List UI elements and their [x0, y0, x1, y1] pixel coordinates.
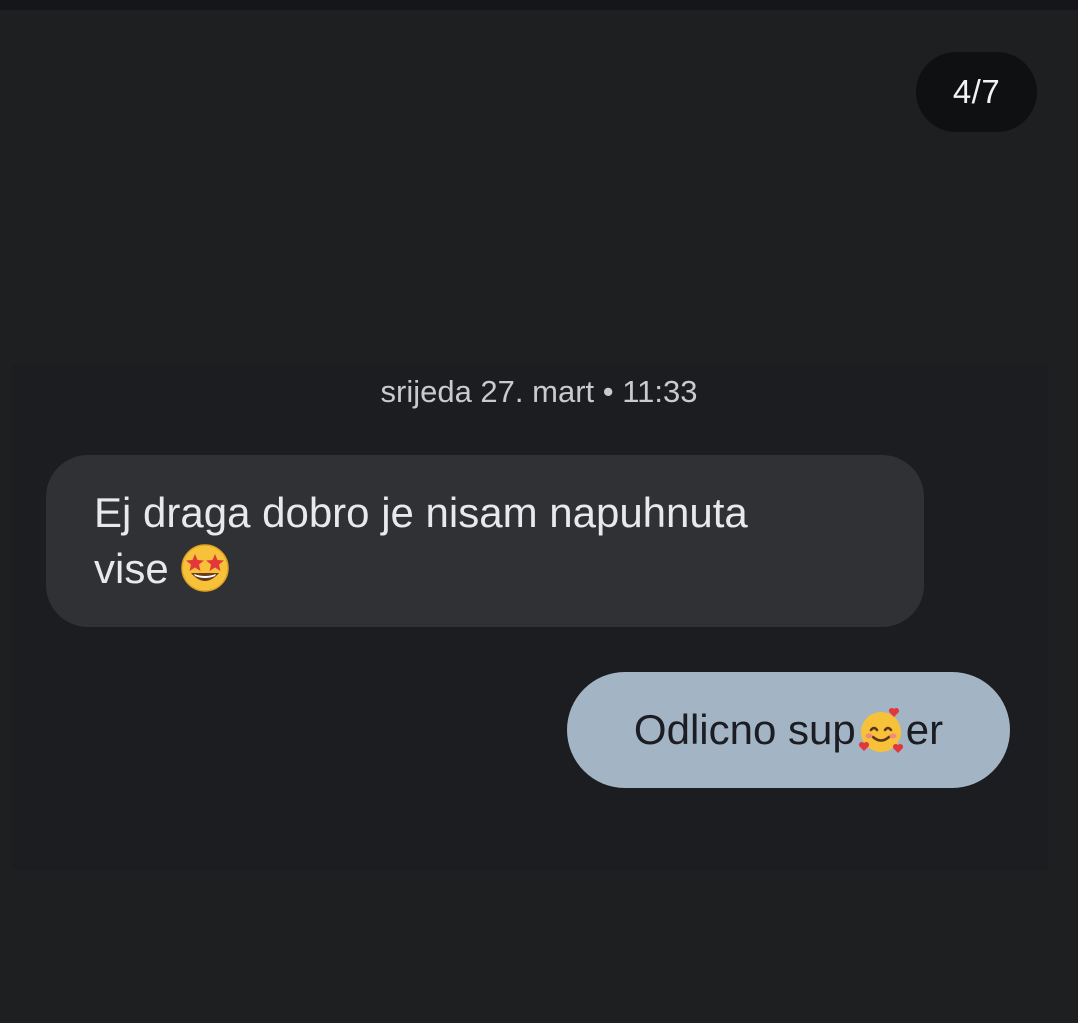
star-struck-emoji-icon: [180, 543, 230, 593]
top-edge: [0, 0, 1078, 10]
page-counter-badge: 4/7: [916, 52, 1037, 132]
message-timestamp: srijeda 27. mart • 11:33: [380, 374, 698, 409]
incoming-message-text: vise: [94, 545, 169, 592]
outgoing-message-text-start: Odlicno sup: [633, 706, 856, 753]
incoming-message-line-2: vise: [94, 541, 884, 597]
story-viewer: 4/7 srijeda 27. mart • 11:33 Ej draga do…: [0, 0, 1078, 1023]
outgoing-message-text-end: er: [905, 706, 944, 753]
incoming-message-line-1: Ej draga dobro je nisam napuhnuta: [94, 489, 748, 536]
smiling-face-with-hearts-emoji-icon: [856, 705, 906, 755]
outgoing-message-bubble[interactable]: Odlicno sup er: [567, 672, 1010, 788]
incoming-message-bubble[interactable]: Ej draga dobro je nisam napuhnuta vise: [46, 455, 924, 627]
